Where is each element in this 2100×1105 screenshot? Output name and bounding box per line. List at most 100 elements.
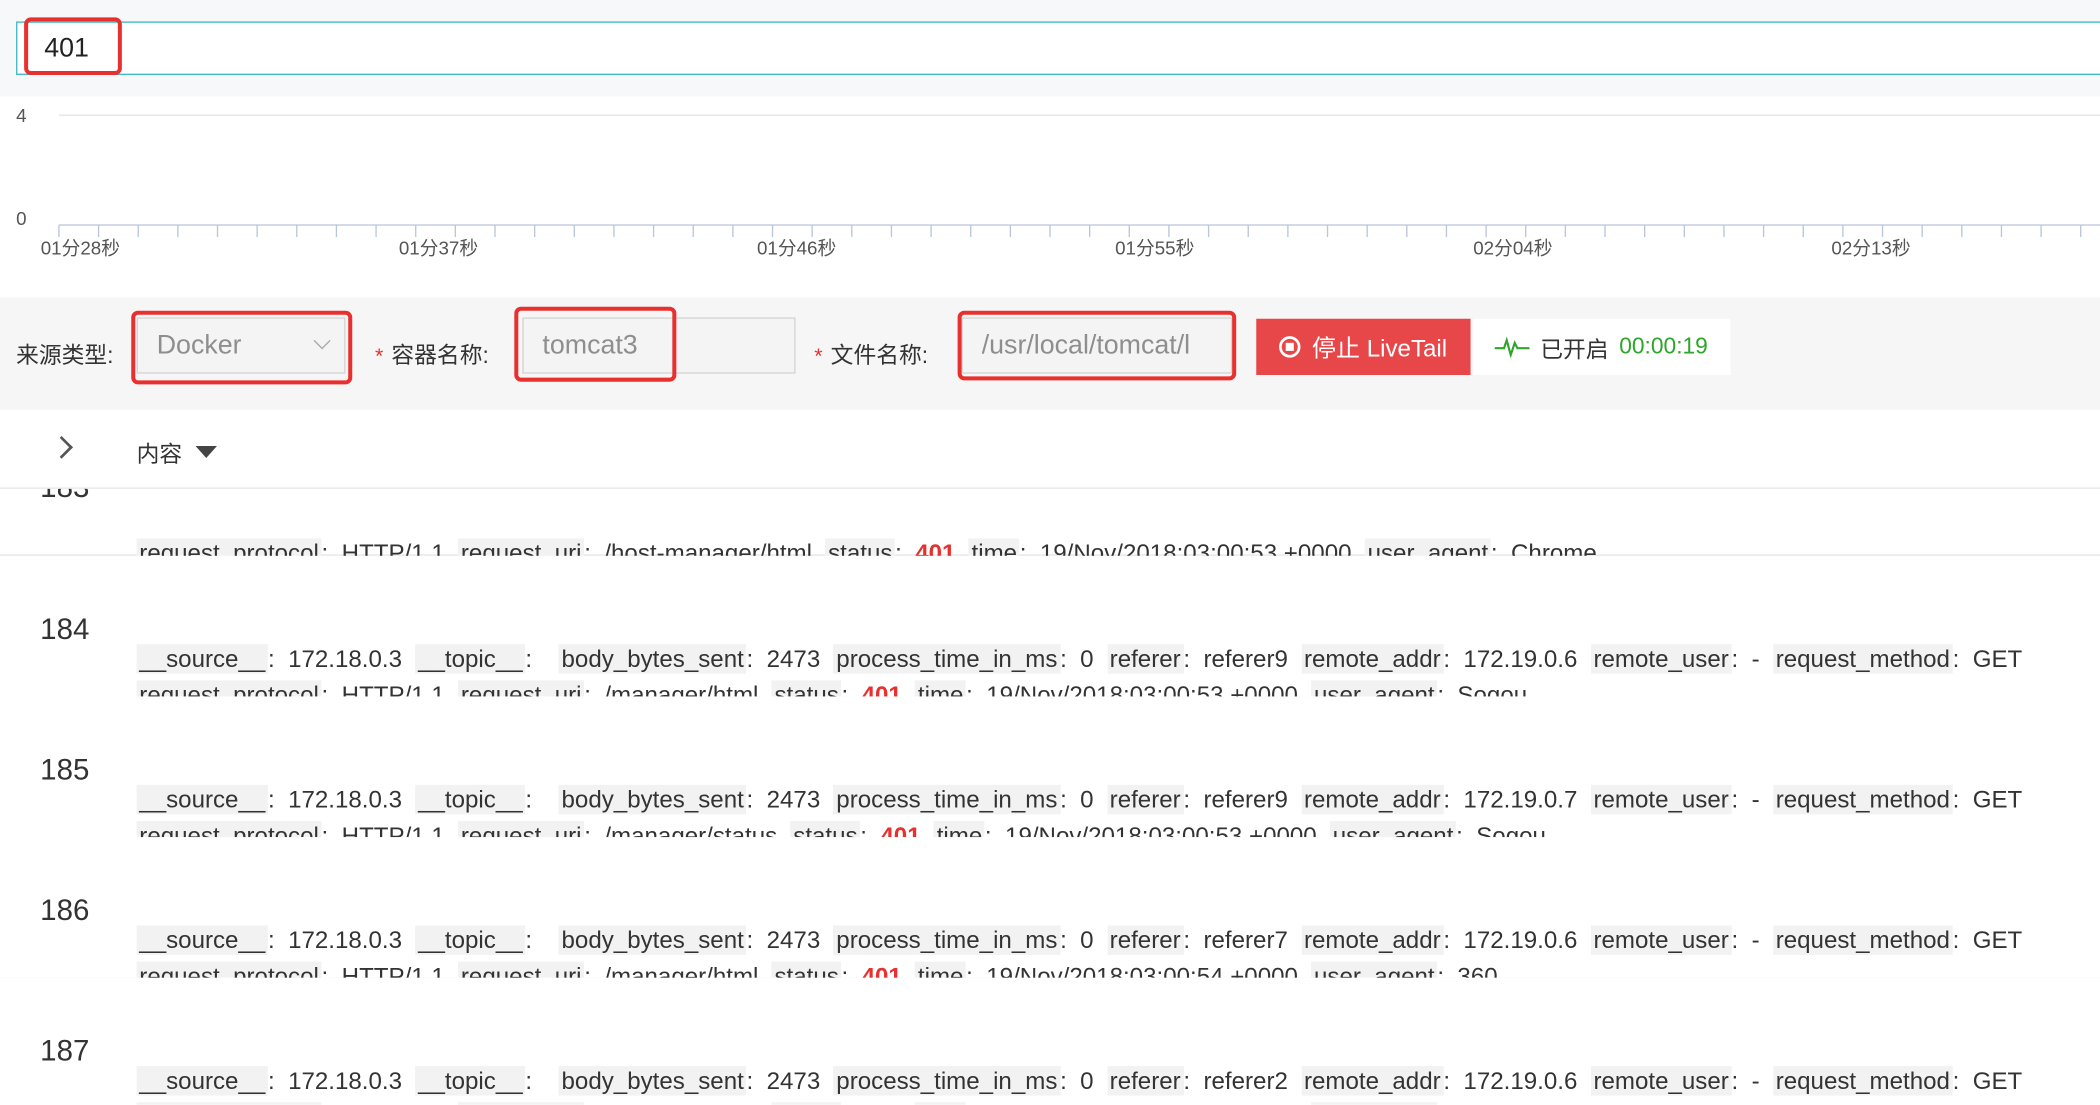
field-key[interactable]: remote_addr bbox=[1301, 784, 1444, 815]
field-value[interactable]: - bbox=[1752, 1067, 1760, 1094]
stop-livetail-button[interactable]: 停止 LiveTail bbox=[1256, 318, 1471, 376]
field-colon: : bbox=[525, 1067, 533, 1095]
field-key[interactable]: remote_addr bbox=[1301, 1066, 1444, 1096]
field-key[interactable]: remote_user bbox=[1590, 644, 1732, 674]
field-value[interactable]: 172.18.0.3 bbox=[288, 646, 402, 673]
field-key[interactable]: body_bytes_sent bbox=[558, 644, 747, 674]
highlight-container bbox=[514, 306, 677, 382]
field-key[interactable]: request_method bbox=[1773, 644, 1953, 674]
x-tick-label: 01分37秒 bbox=[399, 237, 478, 258]
field-key[interactable]: referer bbox=[1106, 784, 1184, 815]
caret-down-icon[interactable] bbox=[195, 445, 217, 459]
field-key[interactable]: remote_user bbox=[1590, 1066, 1732, 1096]
field-key[interactable]: referer bbox=[1106, 644, 1184, 674]
field-value[interactable]: referer9 bbox=[1203, 646, 1287, 673]
field-key[interactable]: __topic__ bbox=[415, 925, 526, 955]
field-value[interactable]: - bbox=[1752, 786, 1760, 813]
stop-livetail-label: 停止 LiveTail bbox=[1311, 334, 1448, 362]
field-value[interactable]: referer7 bbox=[1203, 927, 1287, 954]
x-tick-label: 01分28秒 bbox=[41, 237, 120, 258]
field-key[interactable]: process_time_in_ms bbox=[833, 925, 1061, 955]
field-key[interactable]: process_time_in_ms bbox=[833, 644, 1061, 674]
field-key[interactable]: __topic__ bbox=[415, 784, 526, 815]
field-value[interactable]: GET bbox=[1973, 927, 2023, 954]
field-key[interactable]: request_method bbox=[1773, 1066, 1953, 1096]
field-key[interactable]: __source__ bbox=[136, 925, 268, 955]
field-value[interactable]: 2473 bbox=[767, 1067, 821, 1094]
field-value[interactable]: 0 bbox=[1080, 786, 1093, 813]
log-row[interactable]: 185 __source__:172.18.0.3 __topic__: body_b… bbox=[0, 696, 2100, 851]
highlight-file bbox=[957, 310, 1237, 381]
log-row[interactable]: 184 __source__:172.18.0.3 __topic__: body_b… bbox=[0, 555, 2100, 710]
field-colon: : bbox=[746, 645, 754, 673]
field-value[interactable]: GET bbox=[1973, 1067, 2023, 1094]
log-row[interactable]: 183request_protocol:HTTP/1.1request_uri:… bbox=[0, 488, 2100, 568]
field-key[interactable]: remote_addr bbox=[1301, 644, 1444, 674]
log-line: __source__:172.18.0.3 __topic__: body_byte… bbox=[136, 1066, 2036, 1096]
field-colon: : bbox=[267, 645, 275, 673]
field-value[interactable]: 0 bbox=[1080, 927, 1093, 954]
field-value[interactable]: referer2 bbox=[1203, 1067, 1287, 1094]
field-colon: : bbox=[267, 926, 275, 954]
field-key[interactable]: body_bytes_sent bbox=[558, 925, 747, 955]
field-key[interactable]: __source__ bbox=[136, 1066, 268, 1096]
source-type-label: 来源类型: bbox=[16, 342, 114, 369]
field-key[interactable]: remote_user bbox=[1590, 784, 1732, 815]
field-key[interactable]: request_method bbox=[1773, 925, 1953, 955]
search-input[interactable]: 401 bbox=[16, 21, 2100, 76]
field-key[interactable]: body_bytes_sent bbox=[558, 1066, 747, 1096]
field-colon: : bbox=[267, 1067, 275, 1095]
field-colon: : bbox=[1443, 1067, 1451, 1095]
field-key[interactable]: request_method bbox=[1773, 784, 1953, 815]
container-label: 容器名称: bbox=[391, 342, 489, 369]
field-value[interactable]: - bbox=[1752, 927, 1760, 954]
x-tick-label: 01分55秒 bbox=[1115, 237, 1194, 258]
highlight-search bbox=[24, 17, 122, 76]
field-key[interactable]: remote_addr bbox=[1301, 925, 1444, 955]
field-value[interactable]: 0 bbox=[1080, 1067, 1093, 1094]
field-value[interactable]: GET bbox=[1973, 786, 2023, 813]
field-key[interactable]: process_time_in_ms bbox=[833, 1066, 1061, 1096]
log-row[interactable]: 187 __source__:172.18.0.3 __topic__: body_b… bbox=[0, 977, 2100, 1105]
field-colon: : bbox=[1183, 645, 1191, 673]
field-key[interactable]: __topic__ bbox=[415, 644, 526, 674]
field-key[interactable]: __source__ bbox=[136, 644, 268, 674]
field-value[interactable]: 172.19.0.6 bbox=[1463, 646, 1577, 673]
chevron-right-icon[interactable] bbox=[50, 435, 73, 459]
field-colon: : bbox=[1952, 786, 1960, 813]
field-value[interactable]: referer9 bbox=[1203, 786, 1287, 813]
histogram-chart: 4 0 01分28秒 01分37秒 01分46秒 01分55秒 02分04秒 02分13秒 bbox=[0, 96, 2100, 297]
file-label: 文件名称: bbox=[830, 342, 929, 369]
row-number: 186 bbox=[40, 893, 90, 927]
field-key[interactable]: referer bbox=[1106, 925, 1184, 955]
field-value[interactable]: 172.19.0.6 bbox=[1463, 1067, 1577, 1094]
field-value[interactable]: 0 bbox=[1080, 646, 1093, 673]
field-colon: : bbox=[525, 645, 533, 673]
field-value[interactable]: 172.18.0.3 bbox=[288, 1067, 402, 1094]
field-value[interactable]: 172.19.0.7 bbox=[1463, 786, 1577, 813]
field-value[interactable]: GET bbox=[1973, 646, 2023, 673]
stop-circle-icon bbox=[1279, 336, 1302, 358]
field-colon: : bbox=[267, 786, 275, 813]
log-row[interactable]: 186 __source__:172.18.0.3 __topic__: body_b… bbox=[0, 837, 2100, 992]
field-value[interactable]: 2473 bbox=[767, 927, 821, 954]
field-key[interactable]: __source__ bbox=[136, 784, 268, 815]
row-number: 184 bbox=[40, 612, 90, 646]
field-key[interactable]: remote_user bbox=[1590, 925, 1732, 955]
field-colon: : bbox=[1060, 786, 1067, 813]
content-column-header[interactable]: 内容 bbox=[137, 435, 183, 468]
field-key[interactable]: __topic__ bbox=[415, 1066, 526, 1096]
field-key[interactable]: process_time_in_ms bbox=[833, 784, 1061, 815]
row-number: 185 bbox=[40, 752, 90, 787]
field-value[interactable]: 172.18.0.3 bbox=[288, 786, 402, 813]
field-key[interactable]: referer bbox=[1106, 1066, 1184, 1096]
field-value[interactable]: 2473 bbox=[767, 646, 821, 673]
field-value[interactable]: - bbox=[1752, 646, 1760, 673]
field-key[interactable]: body_bytes_sent bbox=[558, 784, 747, 815]
stage: 401 4 0 01分28秒 01分37秒 01分46秒 01分55秒 02分04秒 02分1… bbox=[0, 0, 2100, 1105]
field-value[interactable]: 172.18.0.3 bbox=[288, 927, 402, 954]
field-value[interactable]: 172.19.0.6 bbox=[1463, 927, 1577, 954]
field-value[interactable]: 2473 bbox=[767, 786, 821, 813]
log-line: __source__:172.18.0.3 __topic__: body_byte… bbox=[136, 925, 2036, 955]
file-label-wrap: * 文件名称: bbox=[814, 336, 928, 369]
